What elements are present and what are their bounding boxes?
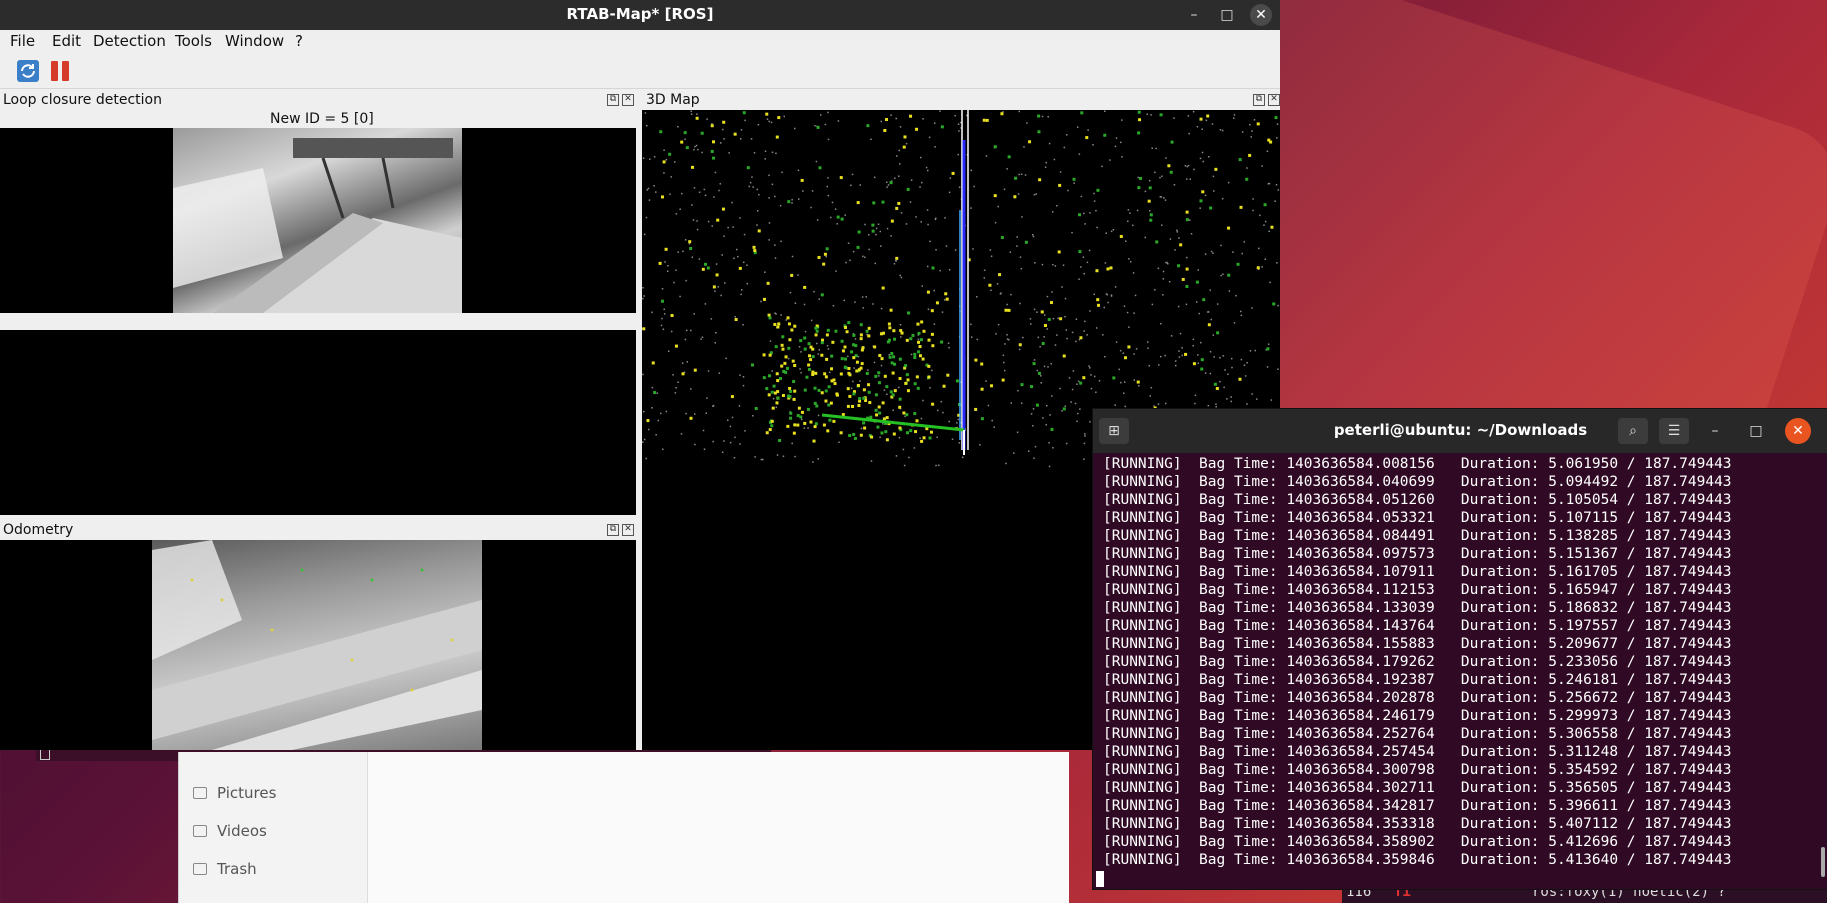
trash-icon [193, 863, 207, 875]
title-bar: RTAB-Map* [ROS] – □ ✕ [0, 0, 1280, 30]
sidebar-item-trash[interactable]: Trash [193, 860, 257, 878]
rtabmap-window: RTAB-Map* [ROS] – □ ✕ File Edit Detectio… [0, 0, 1282, 750]
terminal-line: [RUNNING] Bag Time: 1403636584.112153 Du… [1103, 582, 1732, 598]
loop-closure-match-view [0, 330, 636, 515]
terminal-line: [RUNNING] Bag Time: 1403636584.246179 Du… [1103, 708, 1732, 724]
file-manager-sidebar: Pictures Videos Trash [179, 752, 368, 903]
terminal-line: [RUNNING] Bag Time: 1403636584.143764 Du… [1103, 618, 1732, 634]
terminal-line: [RUNNING] Bag Time: 1403636584.053321 Du… [1103, 510, 1732, 526]
new-id-label: New ID = 5 [0] [270, 111, 374, 127]
hamburger-menu-button[interactable]: ☰ [1659, 418, 1689, 444]
odometry-title: Odometry [3, 522, 74, 538]
terminal-line: [RUNNING] Bag Time: 1403636584.155883 Du… [1103, 636, 1732, 652]
menu-tools[interactable]: Tools [175, 32, 212, 50]
loop-closure-image-view [0, 128, 636, 313]
minimize-button[interactable]: – [1183, 4, 1205, 26]
menu-window[interactable]: Window [225, 32, 284, 50]
terminal-line: [RUNNING] Bag Time: 1403636584.107911 Du… [1103, 564, 1732, 580]
terminal-line: [RUNNING] Bag Time: 1403636584.097573 Du… [1103, 546, 1732, 562]
search-button[interactable]: ⌕ [1618, 418, 1648, 444]
pause-icon[interactable] [48, 59, 72, 83]
menu-help[interactable]: ? [295, 32, 303, 50]
terminal-output: [RUNNING] Bag Time: 1403636584.008156 Du… [1103, 455, 1818, 869]
menu-detection[interactable]: Detection [93, 32, 166, 50]
map3d-title: 3D Map [646, 92, 700, 108]
terminal-line: [RUNNING] Bag Time: 1403636584.133039 Du… [1103, 600, 1732, 616]
terminal-line: [RUNNING] Bag Time: 1403636584.257454 Du… [1103, 744, 1732, 760]
terminal-line: [RUNNING] Bag Time: 1403636584.084491 Du… [1103, 528, 1732, 544]
map3d-dock-buttons[interactable]: ⧉ ✕ [1250, 93, 1280, 106]
window-title: RTAB-Map* [ROS] [566, 5, 714, 23]
terminal-line: [RUNNING] Bag Time: 1403636584.051260 Du… [1103, 492, 1732, 508]
menu-file[interactable]: File [10, 32, 35, 50]
maximize-button[interactable]: □ [1741, 418, 1771, 444]
loop-closure-dock-buttons[interactable]: ⧉ ✕ [604, 93, 634, 106]
maximize-button[interactable]: □ [1216, 4, 1238, 26]
terminal-line: [RUNNING] Bag Time: 1403636584.358902 Du… [1103, 834, 1732, 850]
videos-icon [193, 825, 207, 837]
pictures-icon [193, 787, 207, 799]
terminal-window: ⊞ peterli@ubuntu: ~/Downloads ⌕ ☰ – □ ✕ … [1092, 408, 1827, 890]
terminal-line: [RUNNING] Bag Time: 1403636584.202878 Du… [1103, 690, 1732, 706]
menu-bar: File Edit Detection Tools Window ? [0, 30, 1280, 52]
terminal-cursor [1096, 871, 1104, 887]
toolbar [0, 52, 1280, 89]
terminal-line: [RUNNING] Bag Time: 1403636584.192387 Du… [1103, 672, 1732, 688]
sidebar-item-pictures[interactable]: Pictures [193, 784, 276, 802]
terminal-line: [RUNNING] Bag Time: 1403636584.040699 Du… [1103, 474, 1732, 490]
menu-edit[interactable]: Edit [52, 32, 81, 50]
terminal-line: [RUNNING] Bag Time: 1403636584.179262 Du… [1103, 654, 1732, 670]
minimize-button[interactable]: – [1700, 418, 1730, 444]
sidebar-item-videos[interactable]: Videos [193, 822, 267, 840]
loop-closure-title: Loop closure detection [3, 92, 162, 108]
close-button[interactable]: ✕ [1785, 418, 1811, 444]
file-manager-window: Pictures Videos Trash [178, 752, 1069, 903]
terminal-line: [RUNNING] Bag Time: 1403636584.300798 Du… [1103, 762, 1732, 778]
terminal-line: [RUNNING] Bag Time: 1403636584.359846 Du… [1103, 852, 1732, 868]
odometry-image [152, 540, 482, 750]
odometry-dock-buttons[interactable]: ⧉ ✕ [604, 523, 634, 536]
odometry-view [0, 540, 636, 750]
terminal-line: [RUNNING] Bag Time: 1403636584.353318 Du… [1103, 816, 1732, 832]
close-button[interactable]: ✕ [1250, 4, 1272, 26]
terminal-header: ⊞ peterli@ubuntu: ~/Downloads ⌕ ☰ – □ ✕ [1093, 409, 1827, 453]
terminal-scrollbar[interactable] [1821, 847, 1825, 877]
terminal-line: [RUNNING] Bag Time: 1403636584.252764 Du… [1103, 726, 1732, 742]
terminal-line: [RUNNING] Bag Time: 1403636584.342817 Du… [1103, 798, 1732, 814]
refresh-icon[interactable] [16, 59, 40, 83]
loop-closure-image [173, 128, 462, 313]
terminal-line: [RUNNING] Bag Time: 1403636584.302711 Du… [1103, 780, 1732, 796]
terminal-line: [RUNNING] Bag Time: 1403636584.008156 Du… [1103, 456, 1732, 472]
